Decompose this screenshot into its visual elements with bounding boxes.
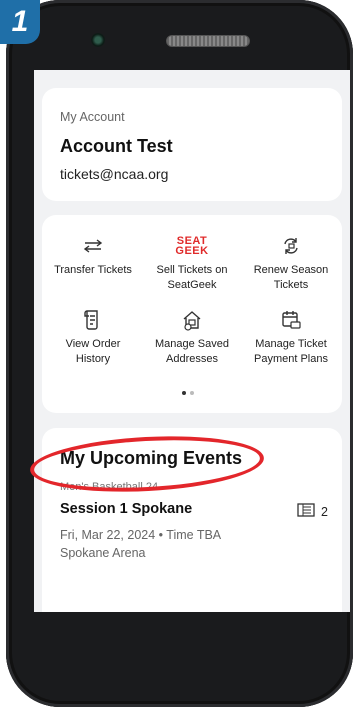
- calendar-payment-icon: [246, 303, 336, 337]
- transfer-tickets-label: Transfer Tickets: [54, 264, 132, 276]
- account-name: Account Test: [60, 136, 173, 156]
- ticket-count-value: 2: [321, 504, 328, 519]
- manage-payment-plans-button[interactable]: Manage Ticket Payment Plans: [246, 303, 336, 367]
- pager-dot[interactable]: [190, 391, 194, 395]
- actions-card: Transfer Tickets SEAT GEEK Sell Tickets o…: [42, 215, 342, 413]
- sell-tickets-label: Sell Tickets on SeatGeek: [156, 264, 228, 291]
- manage-saved-addresses-label: Manage Saved Addresses: [155, 338, 229, 365]
- pager-dot-active[interactable]: [182, 391, 186, 395]
- manage-payment-plans-label: Manage Ticket Payment Plans: [254, 338, 328, 365]
- renew-season-tickets-label: Renew Season Tickets: [253, 264, 329, 291]
- seatgeek-logo: SEAT GEEK: [175, 235, 209, 257]
- account-section-label: My Account: [60, 110, 125, 124]
- transfer-tickets-button[interactable]: Transfer Tickets: [48, 229, 138, 278]
- event-venue: Spokane Arena: [60, 546, 146, 560]
- ticket-icon: [297, 503, 315, 520]
- manage-saved-addresses-button[interactable]: Manage Saved Addresses: [147, 303, 237, 367]
- ticket-count: 2: [297, 503, 328, 520]
- speaker-grille: [166, 35, 250, 47]
- home-address-icon: [147, 303, 237, 337]
- phone-frame: My Account Account Test tickets@ncaa.org…: [6, 0, 353, 707]
- renew-icon: [246, 229, 336, 263]
- camera-icon: [91, 33, 105, 47]
- carousel-pager[interactable]: [182, 391, 194, 395]
- view-order-history-button[interactable]: View Order History: [48, 303, 138, 367]
- event-name: Session 1 Spokane: [60, 501, 193, 517]
- account-email: tickets@ncaa.org: [60, 166, 169, 182]
- transfer-arrows-icon: [48, 229, 138, 263]
- receipt-icon: [48, 303, 138, 337]
- event-date: Fri, Mar 22, 2024 • Time TBA: [60, 528, 222, 542]
- account-card: My Account Account Test tickets@ncaa.org: [42, 88, 342, 201]
- app-screen: My Account Account Test tickets@ncaa.org…: [34, 70, 350, 612]
- view-order-history-label: View Order History: [65, 338, 121, 365]
- renew-season-tickets-button[interactable]: Renew Season Tickets: [246, 229, 336, 293]
- step-badge: 1: [0, 0, 40, 44]
- sell-tickets-seatgeek-button[interactable]: SEAT GEEK Sell Tickets on SeatGeek: [147, 229, 237, 293]
